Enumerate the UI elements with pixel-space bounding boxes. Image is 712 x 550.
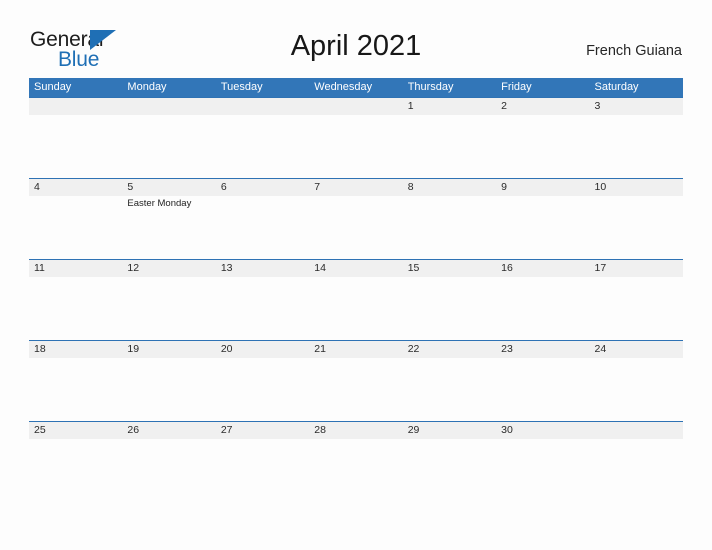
day-cell-date[interactable]: 3 xyxy=(590,98,683,115)
week-event-band xyxy=(29,358,683,421)
day-cell-events[interactable]: Easter Monday xyxy=(122,196,215,259)
day-cell-date[interactable]: 24 xyxy=(590,341,683,358)
dow-sunday: Sunday xyxy=(34,81,72,93)
week-date-band: 1 2 3 xyxy=(29,98,683,115)
day-cell-events[interactable] xyxy=(309,196,402,259)
day-of-week-header: Sunday Monday Tuesday Wednesday Thursday… xyxy=(29,78,683,97)
day-cell-events[interactable] xyxy=(122,439,215,502)
day-cell-date[interactable]: 22 xyxy=(403,341,496,358)
day-cell-events[interactable] xyxy=(122,358,215,421)
day-cell-date[interactable]: 7 xyxy=(309,179,402,196)
dow-saturday: Saturday xyxy=(594,81,639,93)
week-event-band xyxy=(29,439,683,502)
day-cell-events[interactable] xyxy=(403,277,496,340)
day-cell-events[interactable] xyxy=(403,196,496,259)
dow-wednesday: Wednesday xyxy=(314,81,373,93)
calendar-page: General Blue April 2021 French Guiana Su… xyxy=(0,0,712,550)
day-cell-date[interactable]: 20 xyxy=(216,341,309,358)
day-cell-date[interactable]: 9 xyxy=(496,179,589,196)
day-cell-events[interactable] xyxy=(590,115,683,178)
dow-friday: Friday xyxy=(501,81,532,93)
day-cell-events[interactable] xyxy=(590,277,683,340)
day-cell-date[interactable]: 4 xyxy=(29,179,122,196)
day-cell-events[interactable] xyxy=(403,115,496,178)
day-cell-events[interactable] xyxy=(122,277,215,340)
day-cell-date[interactable]: 10 xyxy=(590,179,683,196)
day-cell-date[interactable]: 30 xyxy=(496,422,589,439)
day-cell-date[interactable]: 5 xyxy=(122,179,215,196)
day-cell-events[interactable] xyxy=(29,115,122,178)
dow-thursday: Thursday xyxy=(407,81,454,93)
week-date-band: 18 19 20 21 22 23 24 xyxy=(29,341,683,358)
day-cell-date[interactable]: 19 xyxy=(122,341,215,358)
day-cell-events[interactable] xyxy=(216,196,309,259)
calendar-week-row: 4 5 6 7 8 9 10 Easter Monday xyxy=(29,178,683,259)
day-cell-date[interactable]: 27 xyxy=(216,422,309,439)
day-cell-date[interactable]: 12 xyxy=(122,260,215,277)
day-cell-date[interactable] xyxy=(590,422,683,439)
calendar-week-row: 18 19 20 21 22 23 24 xyxy=(29,340,683,421)
day-cell-events[interactable] xyxy=(309,439,402,502)
day-cell-events[interactable] xyxy=(309,277,402,340)
day-cell-events[interactable] xyxy=(496,358,589,421)
dow-monday: Monday xyxy=(127,81,167,93)
day-cell-date[interactable] xyxy=(122,98,215,115)
week-event-band xyxy=(29,277,683,340)
day-cell-events[interactable] xyxy=(216,439,309,502)
day-cell-events[interactable] xyxy=(29,277,122,340)
calendar-grid: Sunday Monday Tuesday Wednesday Thursday… xyxy=(29,78,683,502)
day-cell-events[interactable] xyxy=(403,358,496,421)
day-cell-date[interactable]: 2 xyxy=(496,98,589,115)
day-cell-date[interactable] xyxy=(29,98,122,115)
day-cell-events[interactable] xyxy=(496,277,589,340)
event-label: Easter Monday xyxy=(127,198,192,209)
dow-tuesday: Tuesday xyxy=(220,81,263,93)
day-cell-date[interactable]: 11 xyxy=(29,260,122,277)
day-cell-events[interactable] xyxy=(590,439,683,502)
calendar-week-row: 11 12 13 14 15 16 17 xyxy=(29,259,683,340)
week-date-band: 11 12 13 14 15 16 17 xyxy=(29,260,683,277)
day-cell-date[interactable]: 18 xyxy=(29,341,122,358)
day-cell-date[interactable]: 21 xyxy=(309,341,402,358)
day-cell-date[interactable]: 16 xyxy=(496,260,589,277)
day-cell-events[interactable] xyxy=(496,115,589,178)
day-cell-events[interactable] xyxy=(216,277,309,340)
week-date-band: 4 5 6 7 8 9 10 xyxy=(29,179,683,196)
day-cell-date[interactable]: 14 xyxy=(309,260,402,277)
day-cell-date[interactable]: 13 xyxy=(216,260,309,277)
page-header: General Blue April 2021 French Guiana xyxy=(0,0,712,76)
day-cell-events[interactable] xyxy=(496,196,589,259)
week-event-band: Easter Monday xyxy=(29,196,683,259)
day-cell-events[interactable] xyxy=(403,439,496,502)
day-cell-events[interactable] xyxy=(216,358,309,421)
day-cell-events[interactable] xyxy=(122,115,215,178)
day-cell-events[interactable] xyxy=(496,439,589,502)
calendar-week-row: 25 26 27 28 29 30 xyxy=(29,421,683,502)
day-cell-events[interactable] xyxy=(309,115,402,178)
day-cell-events[interactable] xyxy=(216,115,309,178)
day-cell-date[interactable]: 26 xyxy=(122,422,215,439)
day-cell-date[interactable] xyxy=(216,98,309,115)
day-cell-date[interactable]: 28 xyxy=(309,422,402,439)
day-cell-date[interactable]: 15 xyxy=(403,260,496,277)
day-cell-date[interactable]: 8 xyxy=(403,179,496,196)
day-cell-date[interactable]: 17 xyxy=(590,260,683,277)
day-cell-date[interactable]: 29 xyxy=(403,422,496,439)
day-cell-date[interactable] xyxy=(309,98,402,115)
calendar-week-row: 1 2 3 xyxy=(29,97,683,178)
day-cell-events[interactable] xyxy=(29,358,122,421)
day-cell-events[interactable] xyxy=(29,439,122,502)
region-label: French Guiana xyxy=(586,43,682,59)
day-cell-date[interactable]: 6 xyxy=(216,179,309,196)
day-cell-date[interactable]: 23 xyxy=(496,341,589,358)
day-cell-events[interactable] xyxy=(590,358,683,421)
day-cell-events[interactable] xyxy=(590,196,683,259)
week-event-band xyxy=(29,115,683,178)
day-cell-events[interactable] xyxy=(29,196,122,259)
week-date-band: 25 26 27 28 29 30 xyxy=(29,422,683,439)
day-cell-events[interactable] xyxy=(309,358,402,421)
day-cell-date[interactable]: 1 xyxy=(403,98,496,115)
day-cell-date[interactable]: 25 xyxy=(29,422,122,439)
